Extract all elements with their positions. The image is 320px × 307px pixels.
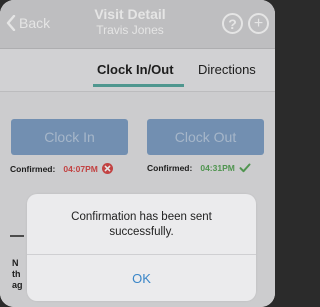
ok-button[interactable]: OK [27, 255, 256, 301]
alert-message: Confirmation has been sent successfully. [71, 211, 212, 238]
confirmation-alert: Confirmation has been sent successfully.… [27, 194, 256, 301]
phone-screen: Back Visit Detail Travis Jones ? + Clock… [0, 0, 275, 307]
